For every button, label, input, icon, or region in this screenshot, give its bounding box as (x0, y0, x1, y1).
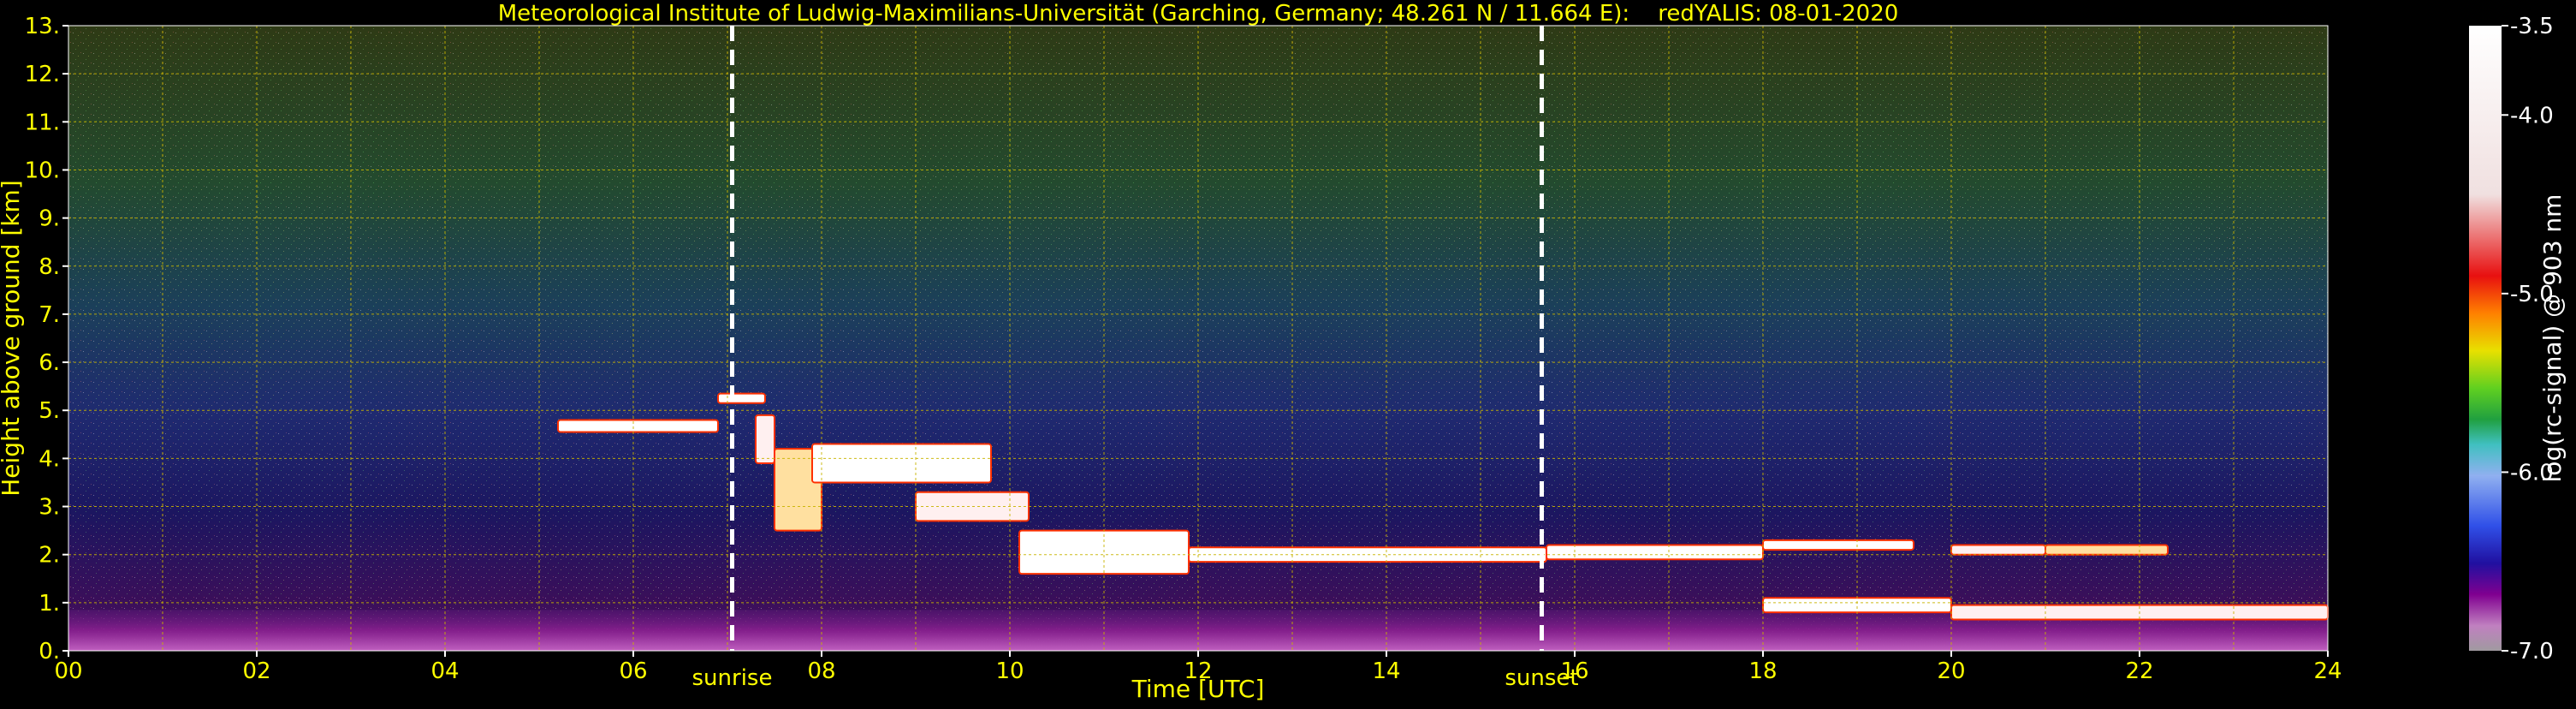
y-tick-label: 5. (39, 398, 60, 424)
cloud-layer-13 (1762, 597, 1952, 614)
sunset-label: sunset (1505, 665, 1578, 691)
chart-title: Meteorological Institute of Ludwig-Maxim… (498, 1, 1899, 27)
cloud-layer-11 (1950, 544, 2046, 556)
colorbar-tick-label: -4.0 (2510, 103, 2554, 128)
x-tick-label: 20 (1937, 658, 1965, 684)
y-tick-label: 1. (39, 591, 60, 617)
colorbar-tick-label: -7.0 (2510, 639, 2554, 664)
cloud-layer-2 (717, 392, 766, 404)
chart-root: 00 02 04 06 08 10 12 14 16 18 20 22 24 0. 1. 2. 3. 4. 5. 6… (0, 0, 2576, 706)
cloud-layer-12 (2045, 544, 2169, 556)
sunrise-label: sunrise (692, 665, 773, 691)
cloud-layer-9 (1546, 544, 1764, 561)
x-tick-label: 22 (2125, 658, 2153, 684)
cloud-layer-3 (755, 414, 775, 465)
y-tick-label: 2. (39, 543, 60, 569)
y-tick-label: 0. (39, 639, 60, 664)
y-tick-label: 6. (39, 350, 60, 376)
x-tick-label: 24 (2313, 658, 2342, 684)
colorbar: -3.5-4.0-5.0-6.0-7.0 log(rc-signal) @ 90… (2469, 14, 2567, 664)
y-axis-ticks: 0. 1. 2. 3. 4. 5. 6. 7. 8. 9. 10. 11. 12. 13. (25, 14, 68, 664)
y-tick-label: 4. (39, 446, 60, 472)
colorbar-gradient (2469, 26, 2502, 651)
y-tick-label: 9. (39, 206, 60, 232)
y-tick-label: 11. (25, 110, 60, 135)
y-tick-label: 12. (25, 62, 60, 87)
y-tick-label: 10. (25, 158, 60, 183)
y-tick-label: 7. (39, 302, 60, 328)
plot-area (68, 25, 2329, 652)
x-tick-label: 10 (995, 658, 1024, 684)
x-tick-label: 02 (242, 658, 270, 684)
x-tick-label: 06 (619, 658, 647, 684)
colorbar-tick-label: -3.5 (2510, 14, 2554, 39)
x-axis-label: Time [UTC] (1131, 675, 1265, 703)
y-tick-label: 8. (39, 254, 60, 280)
cloud-layer-5 (811, 443, 992, 484)
x-tick-label: 08 (807, 658, 835, 684)
x-tick-label: 04 (430, 658, 459, 684)
cloud-layer-1 (557, 419, 719, 433)
x-tick-label: 14 (1372, 658, 1400, 684)
colorbar-label: log(rc-signal) @ 903 nm (2538, 194, 2567, 483)
y-axis-label: Height above ground [km] (0, 180, 25, 497)
y-tick-label: 13. (25, 14, 60, 39)
lidar-chart: 00 02 04 06 08 10 12 14 16 18 20 22 24 0.1.2.3.4.5.6… (0, 1, 2567, 703)
x-tick-label: 18 (1748, 658, 1777, 684)
y-tick-label: 3. (39, 495, 60, 521)
cloud-layer-10 (1762, 539, 1914, 551)
